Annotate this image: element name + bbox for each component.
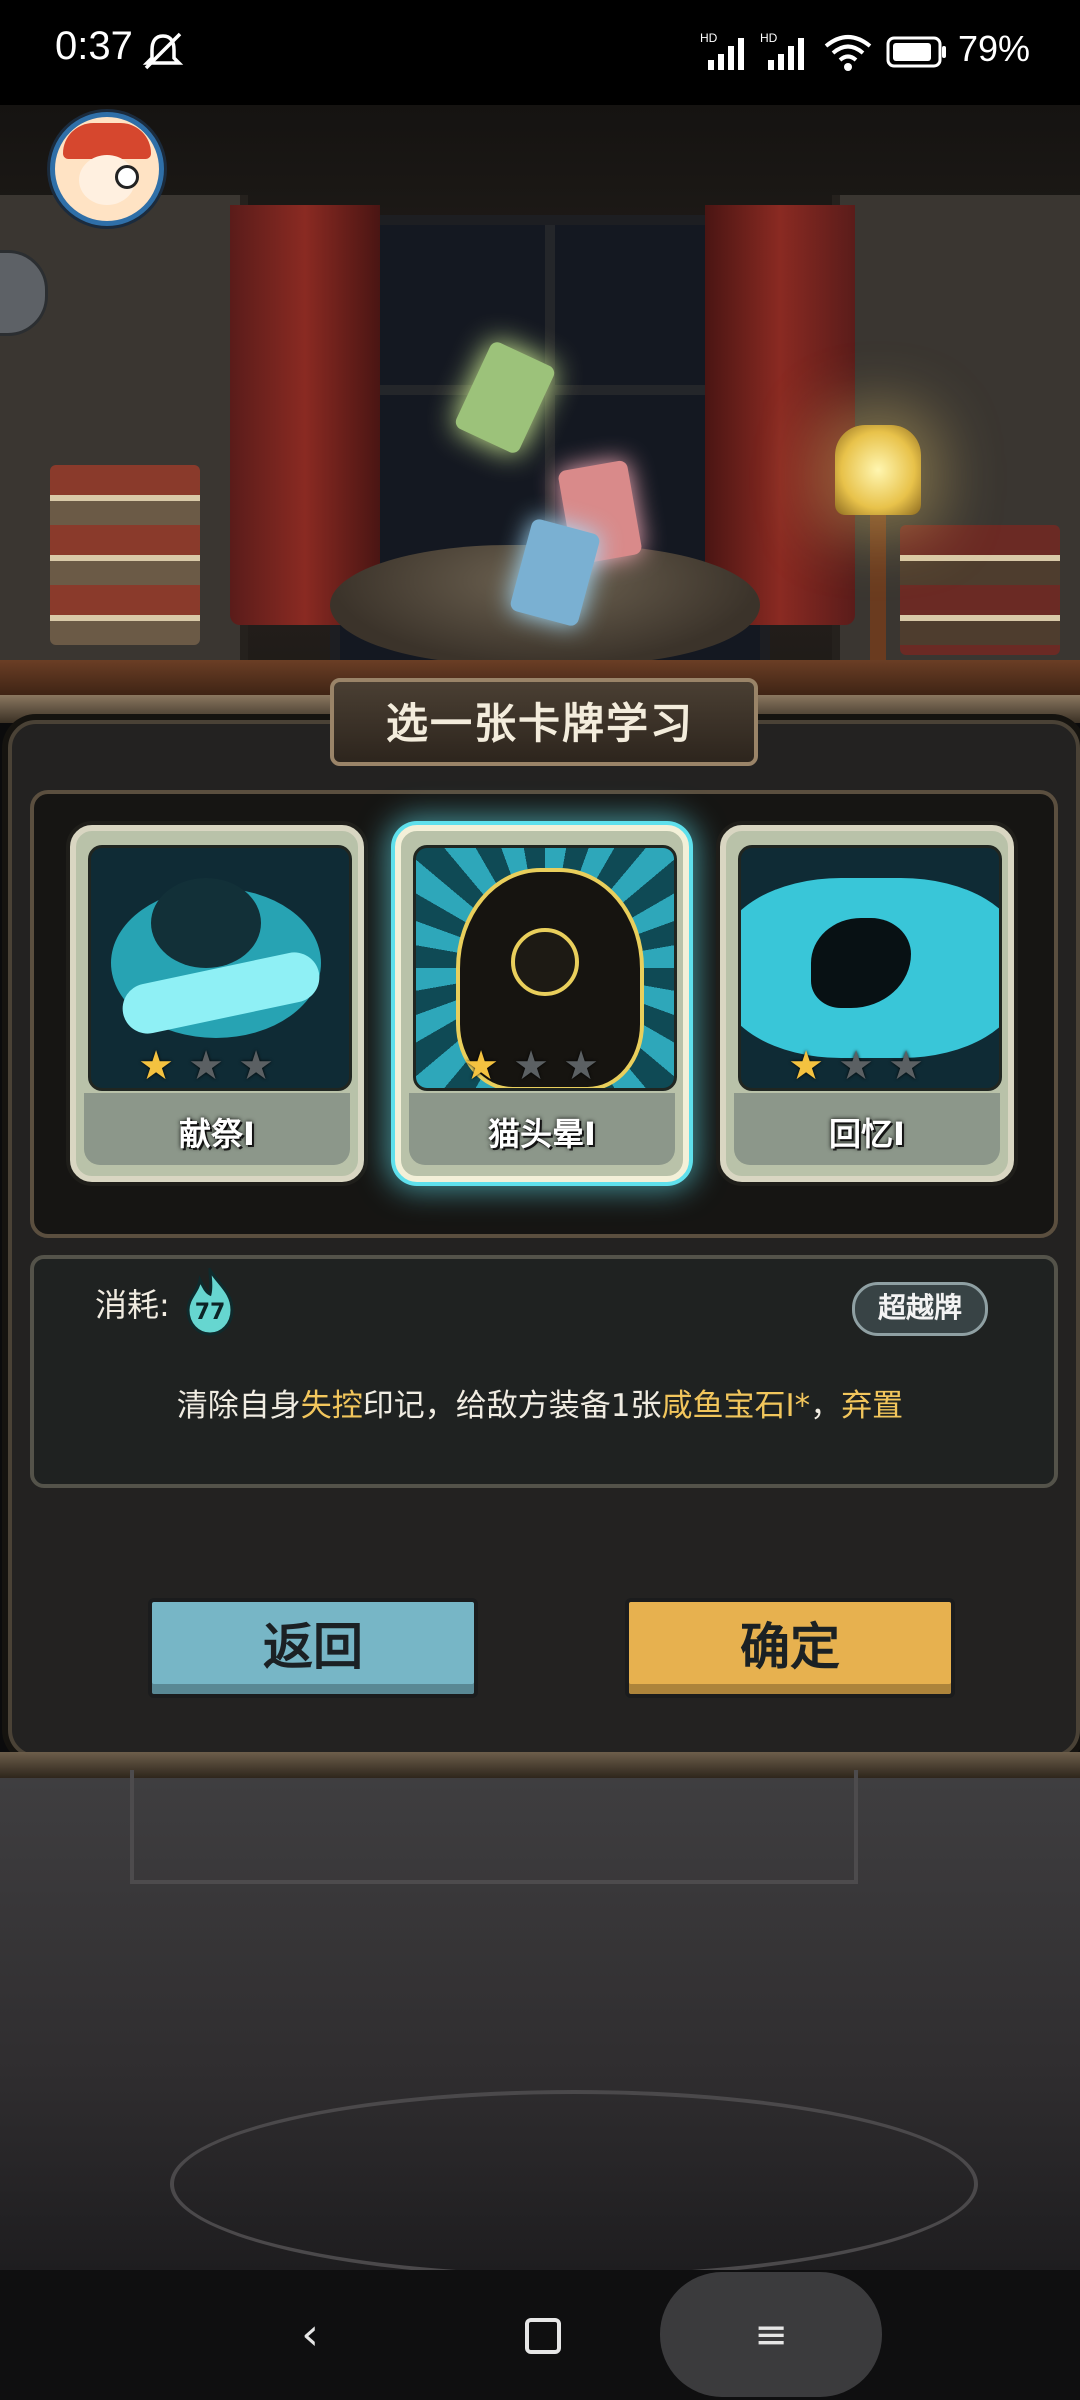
card-option-2[interactable]: ★ ★ ★ 猫头晕I	[395, 825, 689, 1182]
dialog-title: 选一张卡牌学习	[385, 699, 694, 748]
signal-hd-icon: HD	[760, 31, 804, 70]
nav-home-icon[interactable]	[525, 2318, 561, 2354]
status-time: 0:37	[55, 24, 133, 68]
floor-circle	[170, 2090, 978, 2278]
star-icon: ★	[188, 1043, 224, 1089]
signal-hd-icon: HD	[700, 31, 744, 70]
curtain-left	[230, 205, 380, 625]
nav-menu-icon[interactable]: ≡	[748, 2312, 794, 2358]
card-stars: ★ ★ ★	[786, 1046, 946, 1086]
card-type-badge: 超越牌	[852, 1282, 988, 1336]
nav-back-icon[interactable]: ‹	[290, 2310, 330, 2360]
star-icon: ★	[788, 1043, 824, 1089]
battery-icon	[886, 36, 946, 68]
game-scene	[0, 105, 1080, 695]
card-option-1[interactable]: ★ ★ ★ 献祭I	[70, 825, 364, 1182]
cost-label: 消耗:	[95, 1286, 170, 1324]
svg-text:HD: HD	[700, 31, 718, 45]
svg-text:HD: HD	[760, 31, 778, 45]
book-stack-right	[900, 525, 1060, 655]
star-icon: ★	[138, 1043, 174, 1089]
status-bar: 0:37 HD HD 79%	[0, 0, 1080, 105]
star-icon: ★	[513, 1043, 549, 1089]
cost-value: 77	[194, 1300, 226, 1325]
keyword-highlight: 咸鱼宝石I*	[661, 1388, 811, 1424]
battery-percentage: 79%	[958, 28, 1031, 69]
card-stars: ★ ★ ★	[136, 1046, 296, 1086]
card-description: 清除自身失控印记，给敌方装备1张咸鱼宝石I*，弃置	[176, 1388, 904, 1424]
lamp	[835, 425, 921, 515]
wall-outline	[130, 1770, 858, 1884]
star-icon: ★	[838, 1043, 874, 1089]
book-stack-left	[50, 465, 200, 645]
mute-icon	[142, 32, 184, 70]
card-name: 献祭I	[179, 1115, 255, 1153]
wifi-icon	[824, 35, 872, 71]
curtain-right	[705, 205, 855, 625]
star-icon: ★	[563, 1043, 599, 1089]
card-name: 回忆I	[829, 1115, 905, 1153]
confirm-button[interactable]: 确定	[625, 1598, 955, 1698]
card-stars: ★ ★ ★	[461, 1046, 621, 1086]
lamp-stand	[870, 515, 886, 665]
star-icon: ★	[463, 1043, 499, 1089]
star-icon: ★	[238, 1043, 274, 1089]
star-icon: ★	[888, 1043, 924, 1089]
keyword-highlight: 弃置	[841, 1388, 904, 1424]
player-avatar[interactable]	[50, 112, 164, 226]
keyword-highlight: 失控	[300, 1388, 363, 1424]
card-name: 猫头晕I	[488, 1115, 596, 1153]
card-option-3[interactable]: ★ ★ ★ 回忆I	[720, 825, 1014, 1182]
back-button[interactable]: 返回	[148, 1598, 478, 1698]
